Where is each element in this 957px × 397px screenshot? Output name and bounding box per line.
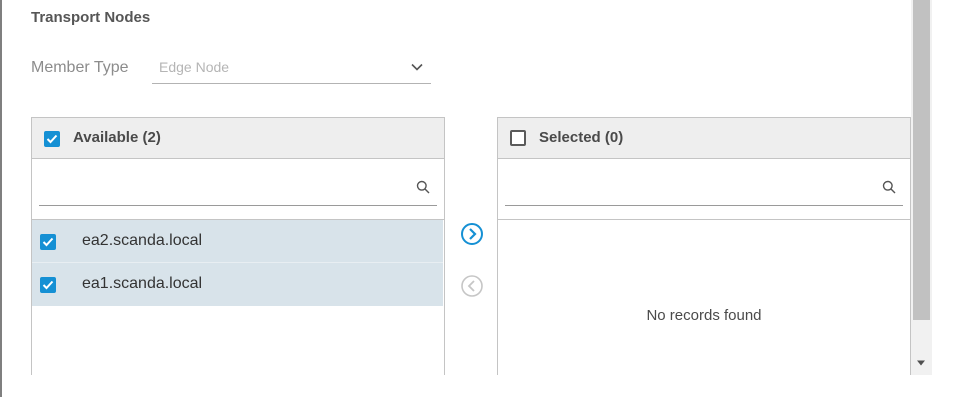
list-item[interactable]: ea2.scanda.local [32,220,443,263]
available-select-all-checkbox[interactable] [44,131,60,147]
chevron-down-icon [411,63,423,71]
list-item[interactable]: ea1.scanda.local [32,263,443,306]
search-icon [882,180,896,194]
member-type-value: Edge Node [159,59,230,75]
item-checkbox[interactable] [40,277,56,293]
member-type-select[interactable]: Edge Node [152,54,431,84]
selected-search-area [498,159,910,220]
available-title: Available (2) [73,129,161,146]
member-type-label: Member Type [31,59,129,76]
selected-select-all-checkbox[interactable] [510,130,526,146]
selected-search-input[interactable] [505,173,903,206]
chevron-right-circle-icon[interactable] [460,222,484,246]
search-icon [416,180,430,194]
selected-panel: Selected (0) No records found [497,117,911,375]
section-title: Transport Nodes [31,9,151,26]
available-panel: Available (2) ea2.scanda.local ea1.scand… [31,117,445,375]
available-search-area [32,159,444,220]
available-header: Available (2) [32,118,444,159]
scrollbar-thumb[interactable] [913,0,930,320]
item-label: ea2.scanda.local [82,232,203,249]
item-label: ea1.scanda.local [82,275,203,292]
selected-header: Selected (0) [498,118,910,159]
chevron-left-circle-icon[interactable] [460,274,484,298]
selected-title: Selected (0) [539,129,624,146]
item-checkbox[interactable] [40,234,56,250]
empty-state-text: No records found [646,307,762,324]
available-search-input[interactable] [39,173,437,206]
left-border [0,0,2,397]
vertical-scrollbar[interactable] [911,0,932,375]
scroll-down-arrow-icon[interactable] [916,359,926,367]
